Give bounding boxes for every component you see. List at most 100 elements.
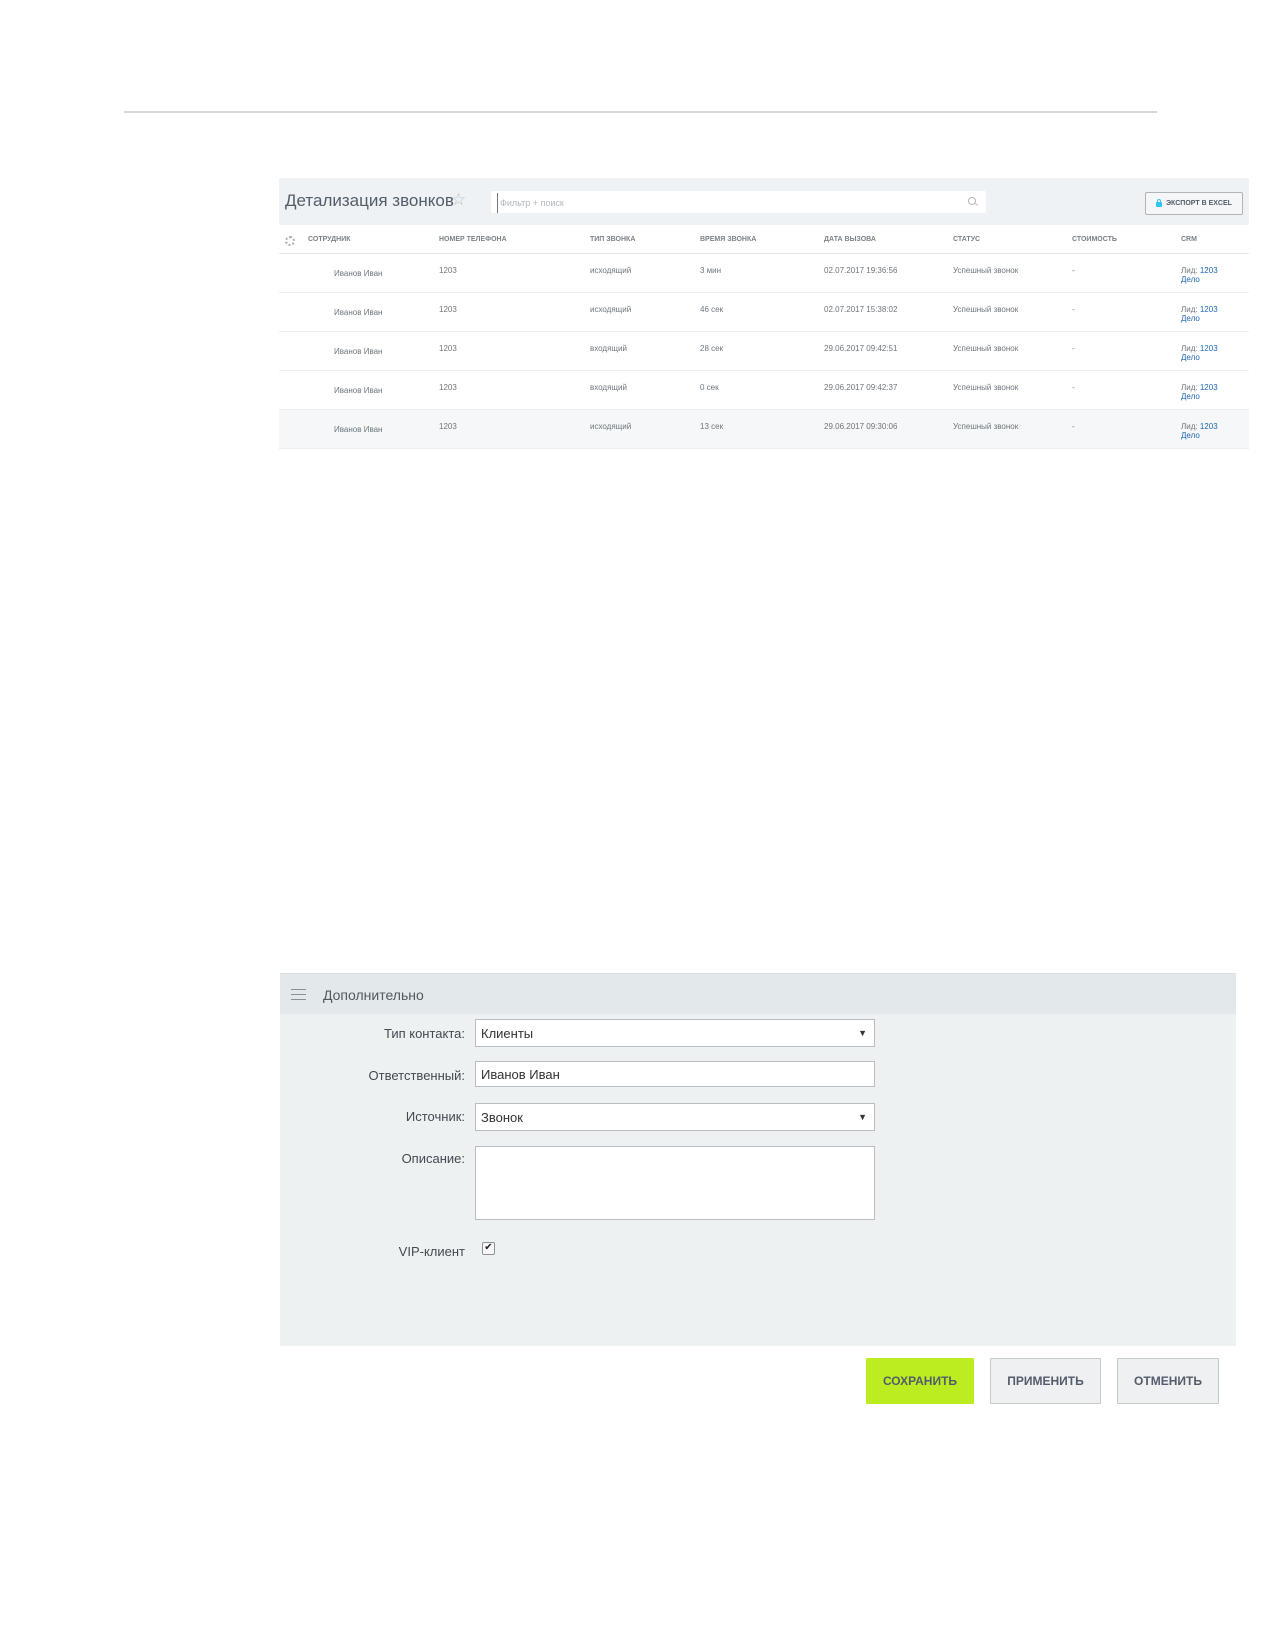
cell-employee: Иванов Иван [334,308,383,317]
cell-phone: 1203 [439,383,457,392]
vip-label: VIP-клиент [398,1244,465,1259]
crm-lead-link[interactable]: 1203 [1200,383,1218,392]
cancel-button[interactable]: ОТМЕНИТЬ [1117,1358,1219,1404]
call-detail-header: Детализация звонков ☆ ЭКСПОРТ В EXCEL [279,178,1249,225]
crm-lead-label: Лид: [1181,344,1198,353]
cell-duration: 28 сек [700,344,724,353]
calls-table: СОТРУДНИК НОМЕР ТЕЛЕФОНА ТИП ЗВОНКА ВРЕМ… [279,225,1249,449]
cell-cost: - [1072,305,1075,314]
search-icon[interactable] [968,197,976,205]
apply-button[interactable]: ПРИМЕНИТЬ [990,1358,1101,1404]
cell-date: 02.07.2017 15:38:02 [824,305,898,314]
table-row[interactable]: Иванов Иван 1203 исходящий 46 сек 02.07.… [279,293,1249,332]
cell-call-type: исходящий [590,305,632,314]
cell-phone: 1203 [439,422,457,431]
cell-call-type: входящий [590,344,627,353]
cell-cost: - [1072,266,1075,275]
lock-icon [1156,199,1163,207]
cell-date: 29.06.2017 09:42:51 [824,344,898,353]
cell-date: 02.07.2017 19:36:56 [824,266,898,275]
cell-crm: Лид: 1203 Дело [1181,344,1218,362]
crm-lead-link[interactable]: 1203 [1200,344,1218,353]
responsible-field[interactable]: Иванов Иван [475,1061,875,1087]
call-detail-panel: Детализация звонков ☆ ЭКСПОРТ В EXCEL СО… [279,178,1249,450]
export-excel-label: ЭКСПОРТ В EXCEL [1166,200,1232,207]
star-icon[interactable]: ☆ [451,190,466,210]
column-status[interactable]: СТАТУС [953,236,980,243]
cell-crm: Лид: 1203 Дело [1181,422,1218,440]
contact-type-select[interactable]: Клиенты ▼ [475,1019,875,1047]
responsible-label: Ответственный: [368,1068,465,1083]
crm-lead-label: Лид: [1181,266,1198,275]
export-excel-button[interactable]: ЭКСПОРТ В EXCEL [1145,192,1243,215]
description-label: Описание: [401,1151,465,1166]
description-textarea[interactable] [475,1146,875,1220]
column-phone[interactable]: НОМЕР ТЕЛЕФОНА [439,236,507,243]
save-button[interactable]: СОХРАНИТЬ [866,1358,974,1404]
crm-lead-link[interactable]: 1203 [1200,305,1218,314]
chevron-down-icon: ▼ [858,1112,867,1122]
cell-call-type: исходящий [590,422,632,431]
column-cost[interactable]: СТОИМОСТЬ [1072,236,1117,243]
cell-employee: Иванов Иван [334,269,383,278]
cell-status: Успешный звонок [953,344,1019,353]
cell-call-type: исходящий [590,266,632,275]
crm-lead-label: Лид: [1181,383,1198,392]
gear-icon[interactable] [285,236,295,246]
search-input[interactable] [497,193,952,213]
cell-date: 29.06.2017 09:42:37 [824,383,898,392]
contact-type-value: Клиенты [481,1026,534,1041]
hamburger-icon[interactable] [291,989,306,1000]
table-row[interactable]: Иванов Иван 1203 входящий 0 сек 29.06.20… [279,371,1249,410]
cell-status: Успешный звонок [953,422,1019,431]
cell-status: Успешный звонок [953,266,1019,275]
cell-employee: Иванов Иван [334,425,383,434]
cell-duration: 0 сек [700,383,719,392]
column-duration[interactable]: ВРЕМЯ ЗВОНКА [700,236,756,243]
additional-title: Дополнительно [323,987,424,1003]
top-divider [124,111,1157,113]
search-box[interactable] [491,191,986,213]
crm-lead-link[interactable]: 1203 [1200,266,1218,275]
additional-header: Дополнительно [280,974,1236,1014]
column-date[interactable]: ДАТА ВЫЗОВА [824,236,876,243]
cell-call-type: входящий [590,383,627,392]
crm-lead-link[interactable]: 1203 [1200,422,1218,431]
cell-duration: 46 сек [700,305,724,314]
crm-deal-link[interactable]: Дело [1181,392,1200,401]
crm-deal-link[interactable]: Дело [1181,353,1200,362]
table-row[interactable]: Иванов Иван 1203 исходящий 13 сек 29.06.… [279,410,1249,449]
responsible-value: Иванов Иван [481,1067,560,1082]
cell-cost: - [1072,422,1075,431]
crm-deal-link[interactable]: Дело [1181,314,1200,323]
cell-employee: Иванов Иван [334,386,383,395]
cell-crm: Лид: 1203 Дело [1181,266,1218,284]
source-label: Источник: [405,1109,465,1124]
cell-employee: Иванов Иван [334,347,383,356]
chevron-down-icon: ▼ [858,1028,867,1038]
cell-cost: - [1072,344,1075,353]
table-row[interactable]: Иванов Иван 1203 исходящий 3 мин 02.07.2… [279,254,1249,293]
column-employee[interactable]: СОТРУДНИК [308,236,351,243]
table-header: СОТРУДНИК НОМЕР ТЕЛЕФОНА ТИП ЗВОНКА ВРЕМ… [279,225,1249,254]
crm-lead-label: Лид: [1181,422,1198,431]
contact-type-label: Тип контакта: [383,1026,465,1041]
cell-date: 29.06.2017 09:30:06 [824,422,898,431]
cell-crm: Лид: 1203 Дело [1181,383,1218,401]
vip-checkbox[interactable]: ✔ [482,1242,495,1255]
crm-deal-link[interactable]: Дело [1181,431,1200,440]
cell-status: Успешный звонок [953,383,1019,392]
column-call-type[interactable]: ТИП ЗВОНКА [590,236,635,243]
column-crm[interactable]: CRM [1181,236,1197,243]
cell-cost: - [1072,383,1075,392]
cell-phone: 1203 [439,266,457,275]
cell-status: Успешный звонок [953,305,1019,314]
source-value: Звонок [481,1110,523,1125]
page-title: Детализация звонков [285,191,454,210]
source-select[interactable]: Звонок ▼ [475,1103,875,1131]
cell-phone: 1203 [439,305,457,314]
table-row[interactable]: Иванов Иван 1203 входящий 28 сек 29.06.2… [279,332,1249,371]
crm-lead-label: Лид: [1181,305,1198,314]
cell-phone: 1203 [439,344,457,353]
crm-deal-link[interactable]: Дело [1181,275,1200,284]
